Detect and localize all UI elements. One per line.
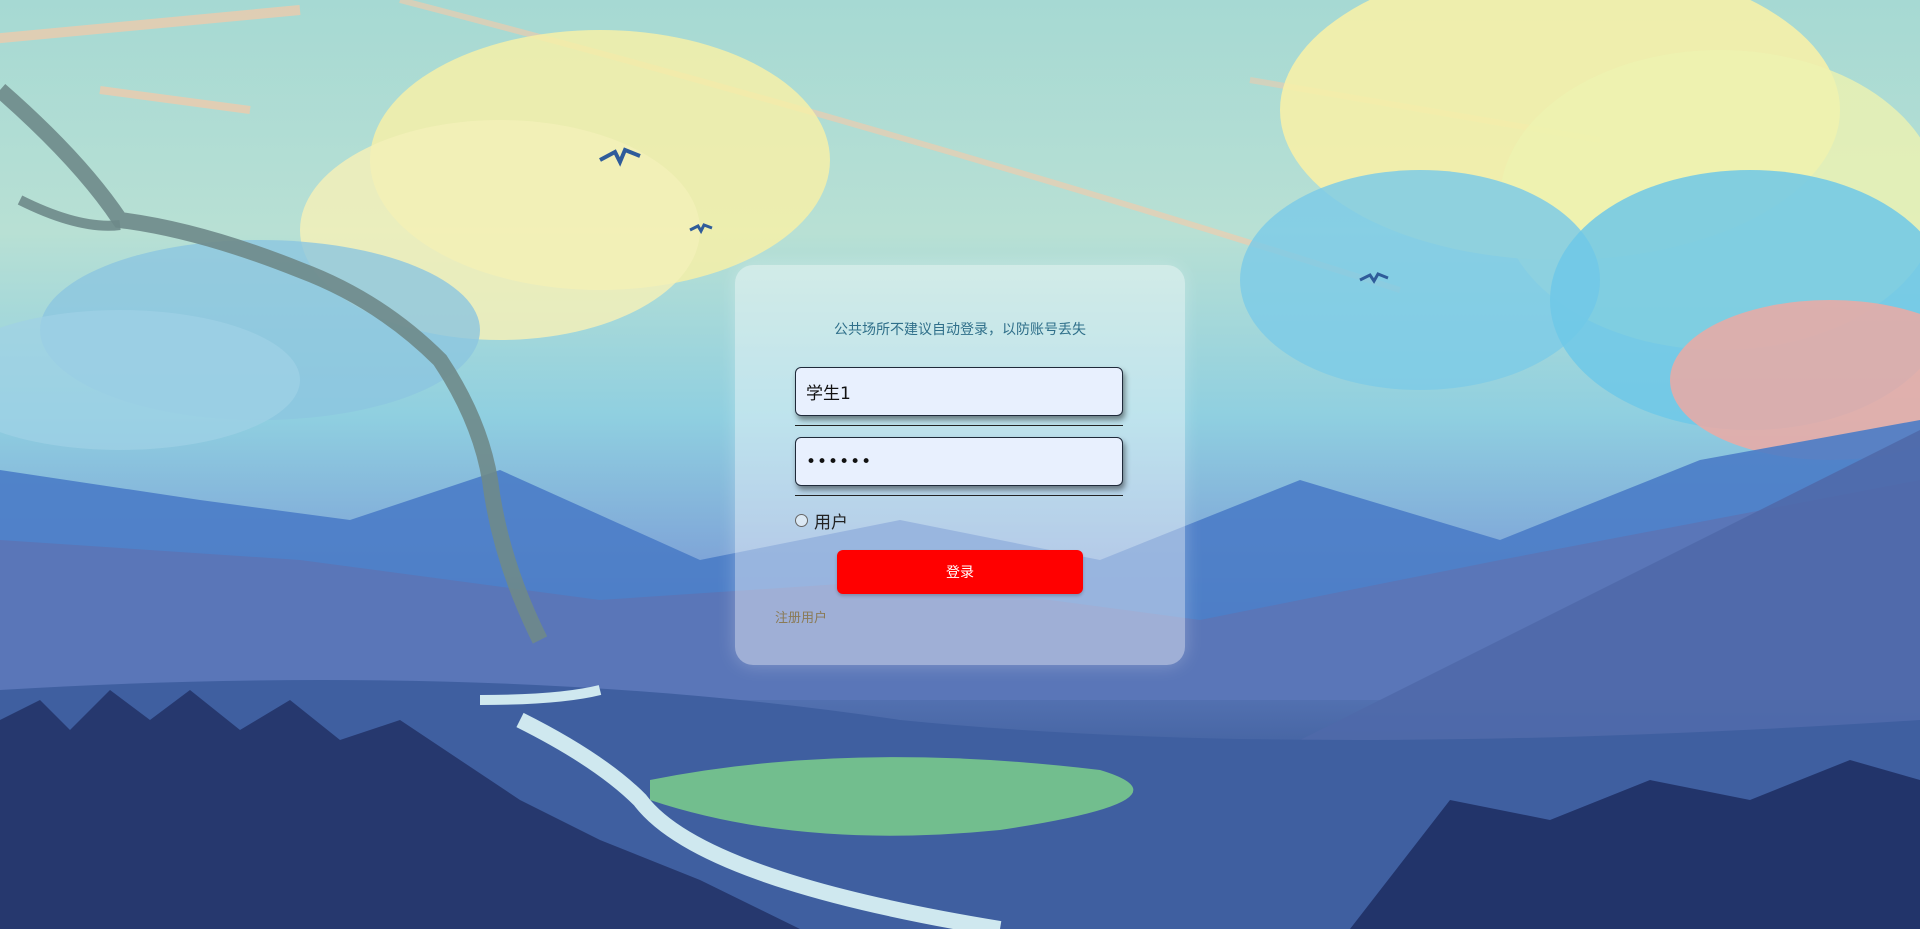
username-input[interactable]	[795, 367, 1123, 416]
username-underline	[795, 425, 1123, 426]
register-link[interactable]: 注册用户	[775, 607, 827, 626]
password-underline	[795, 495, 1123, 496]
radio-circle-icon[interactable]	[795, 514, 808, 527]
role-radio-user[interactable]: 用户	[795, 508, 848, 533]
login-button[interactable]: 登录	[837, 550, 1083, 594]
login-page: 公共场所不建议自动登录，以防账号丢失 用户 登录 注册用户	[0, 0, 1920, 929]
role-label: 用户	[814, 513, 848, 533]
password-input[interactable]	[795, 437, 1123, 486]
login-card: 公共场所不建议自动登录，以防账号丢失 用户 登录 注册用户	[735, 265, 1185, 665]
auto-login-tip: 公共场所不建议自动登录，以防账号丢失	[834, 322, 1086, 338]
